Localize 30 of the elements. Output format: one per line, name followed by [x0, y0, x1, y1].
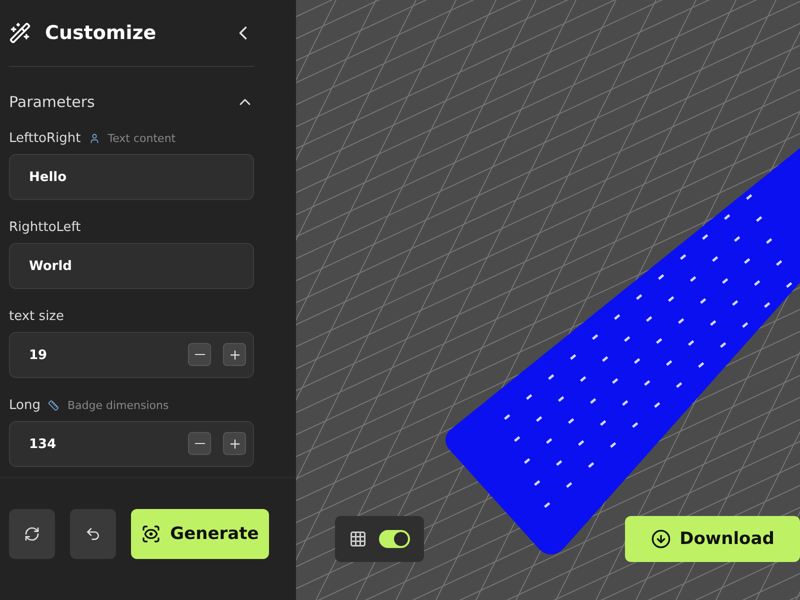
toggle-knob: [394, 532, 408, 546]
plus-icon: [228, 436, 242, 450]
text-field[interactable]: World: [9, 243, 254, 289]
grid-icon: [349, 530, 367, 548]
minus-icon: [194, 442, 204, 444]
field-label: LefttoRight: [9, 131, 81, 146]
number-field[interactable]: 19: [9, 332, 254, 378]
refresh-icon: [24, 526, 40, 542]
section-header[interactable]: Parameters: [9, 67, 254, 131]
number-field[interactable]: 134: [9, 421, 254, 467]
field-hint: Text content: [108, 132, 176, 145]
person-icon: [88, 133, 100, 144]
field-label: text size: [9, 309, 64, 324]
download-icon: [650, 529, 671, 549]
undo-icon: [85, 526, 101, 542]
panel-title: Customize: [45, 22, 158, 44]
refresh-button[interactable]: [9, 509, 55, 559]
ruler-icon: [48, 400, 60, 411]
field-hint: Badge dimensions: [67, 399, 169, 412]
generate-button[interactable]: Generate: [131, 509, 269, 559]
text-field[interactable]: Hello: [9, 154, 254, 200]
minus-icon: [194, 354, 204, 356]
field-label: Long: [9, 398, 40, 413]
increment-button[interactable]: [223, 432, 246, 455]
increment-button[interactable]: [223, 343, 246, 366]
download-button[interactable]: Download: [625, 516, 800, 562]
field-label: RighttoLeft: [9, 220, 81, 235]
eye-scan-icon: [141, 524, 162, 544]
plus-icon: [228, 348, 242, 362]
grid-toggle[interactable]: [379, 530, 410, 548]
